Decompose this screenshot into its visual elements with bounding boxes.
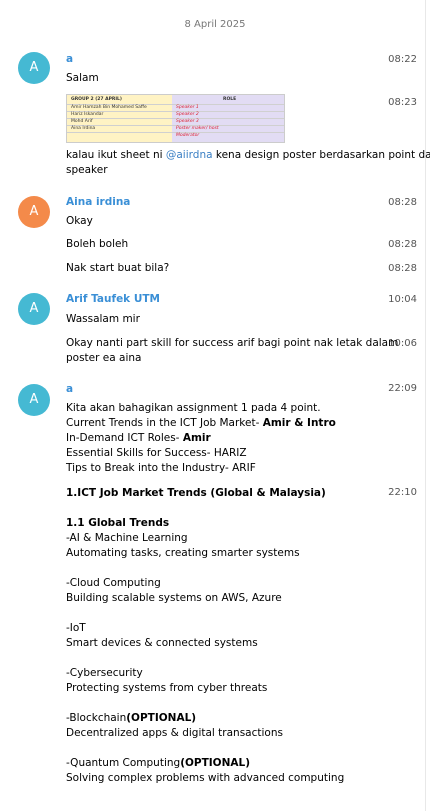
avatar[interactable]: A <box>18 196 50 228</box>
message-time: 22:09 <box>388 383 417 394</box>
optional-tag: (OPTIONAL) <box>126 712 197 724</box>
sheet-cell: Mohd Arif <box>71 119 93 124</box>
trend-desc: Protecting systems from cyber threats <box>66 682 268 694</box>
sheet-cell: Poster maker/ host <box>176 126 219 131</box>
sender-name[interactable]: Arif Taufek UTM <box>66 293 160 305</box>
sheet-cell: Amir Hamzah Bin Mohamed Saffe <box>71 105 147 110</box>
optional-tag: (OPTIONAL) <box>180 757 251 769</box>
sender-name[interactable]: Aina irdina <box>66 196 130 208</box>
trend-label: -Quantum Computing <box>66 757 181 769</box>
trend-name: -Quantum Computing(OPTIONAL) <box>66 757 250 769</box>
trend-name: -AI & Machine Learning <box>66 532 188 544</box>
message-text: Tips to Break into the Industry- ARIF <box>66 462 256 474</box>
sender-name[interactable]: a <box>66 53 73 65</box>
message-text: speaker <box>66 164 108 176</box>
sheet-cell: Speaker 1 <box>176 105 199 110</box>
message-heading: 1.ICT Job Market Trends (Global & Malays… <box>66 487 326 499</box>
trend-name: -Blockchain(OPTIONAL) <box>66 712 196 724</box>
trend-desc: Building scalable systems on AWS, Azure <box>66 592 282 604</box>
message-time: 22:10 <box>388 487 417 498</box>
avatar[interactable]: A <box>18 384 50 416</box>
assignment-text: In-Demand ICT Roles- <box>66 432 183 444</box>
avatar[interactable]: A <box>18 52 50 84</box>
message-text: Nak start buat bila? <box>66 262 170 274</box>
message-text: Essential Skills for Success- HARIZ <box>66 447 247 459</box>
trend-desc: Solving complex problems with advanced c… <box>66 772 345 784</box>
message-text: Okay nanti part skill for success arif b… <box>66 337 399 349</box>
message-text: Salam <box>66 72 99 84</box>
caption-text: kalau ikut sheet ni <box>66 149 166 161</box>
message-text: In-Demand ICT Roles- Amir <box>66 432 211 444</box>
message-text: Current Trends in the ICT Job Market- Am… <box>66 417 336 429</box>
sheet-cell: Speaker 2 <box>176 112 199 117</box>
message-text: poster ea aina <box>66 352 142 364</box>
message-text: Kita akan bahagikan assignment 1 pada 4 … <box>66 402 321 414</box>
message-time: 08:23 <box>388 97 417 108</box>
message-time: 10:04 <box>388 294 417 305</box>
message-time: 08:28 <box>388 197 417 208</box>
sender-name[interactable]: a <box>66 383 73 395</box>
assignment-owner: Amir <box>182 432 211 444</box>
message-text: kalau ikut sheet ni @aiirdna kena design… <box>66 149 430 161</box>
trend-name: -Cloud Computing <box>66 577 161 589</box>
sheet-cell: Hariz Iskandar <box>71 112 104 117</box>
avatar[interactable]: A <box>18 293 50 325</box>
caption-text: kena design poster berdasarkan point dar… <box>212 149 430 161</box>
assignment-owner: Amir & Intro <box>262 417 336 429</box>
trend-desc: Automating tasks, creating smarter syste… <box>66 547 300 559</box>
message-subheading: 1.1 Global Trends <box>66 517 170 529</box>
sheet-cell: Moderator <box>176 133 200 138</box>
date-separator: 8 April 2025 <box>184 19 246 30</box>
sheet-header: GROUP 2 (27 APRIL) <box>71 97 122 102</box>
message-text: Okay <box>66 215 93 227</box>
message-text: Wassalam mir <box>66 313 140 325</box>
spreadsheet-image[interactable]: GROUP 2 (27 APRIL) ROLE Amir Hamzah Bin … <box>66 94 285 143</box>
trend-name: -Cybersecurity <box>66 667 143 679</box>
sheet-cell: Speaker 3 <box>176 119 199 124</box>
sheet-header: ROLE <box>223 97 237 102</box>
trend-desc: Decentralized apps & digital transaction… <box>66 727 283 739</box>
message-text: Boleh boleh <box>66 238 129 250</box>
trend-label: -Blockchain <box>66 712 127 724</box>
scrollbar-track[interactable] <box>425 0 426 811</box>
trend-name: -IoT <box>66 622 86 634</box>
assignment-text: Current Trends in the ICT Job Market- <box>66 417 263 429</box>
trend-desc: Smart devices & connected systems <box>66 637 258 649</box>
message-time: 08:22 <box>388 54 417 65</box>
mention-link[interactable]: @aiirdna <box>166 149 213 161</box>
sheet-cell: Aina Irdina <box>71 126 96 131</box>
message-time: 08:28 <box>388 263 417 274</box>
message-time: 08:28 <box>388 239 417 250</box>
